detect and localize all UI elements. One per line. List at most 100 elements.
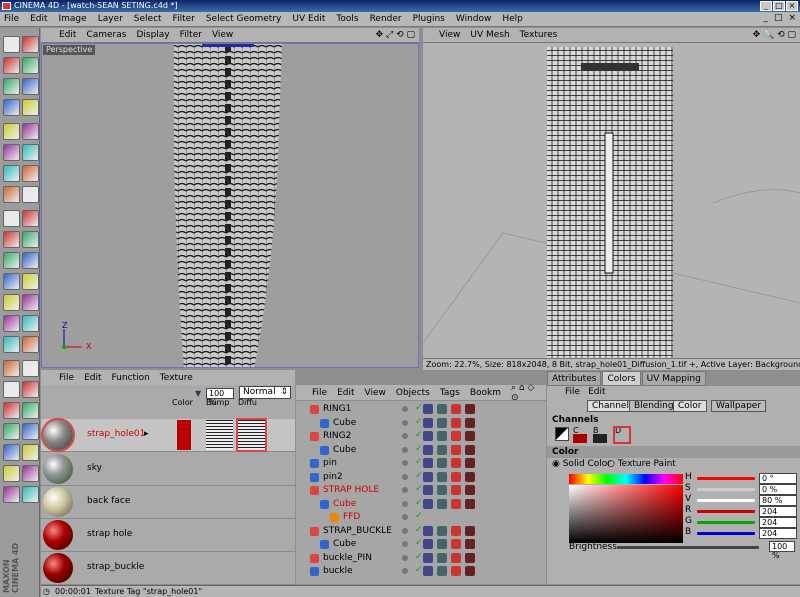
subtab-wallpaper[interactable]: Wallpaper (711, 400, 767, 412)
enable-check-icon[interactable]: ✓ (415, 565, 423, 575)
expand-arrow-icon[interactable]: ▸ (144, 429, 149, 439)
tag-icon[interactable] (437, 404, 447, 414)
object-row[interactable]: Cube ✓ (296, 417, 541, 430)
tag-icon[interactable] (437, 431, 447, 441)
tag-icon[interactable] (423, 525, 433, 536)
viewport-nav-icons[interactable]: ✥ ⤢ ⟲ ▢ (376, 30, 415, 40)
tag-icon[interactable] (465, 471, 475, 482)
visibility-dot[interactable] (402, 487, 408, 493)
select-tool-icon[interactable] (3, 36, 20, 53)
material-row-strap-hole01[interactable]: strap_hole01 ▸ (41, 418, 295, 452)
tag-icon[interactable] (465, 458, 475, 468)
material-row-sky[interactable]: sky (41, 453, 295, 486)
menu-help[interactable]: Help (502, 14, 523, 24)
tag-icon[interactable] (465, 552, 475, 563)
object-row[interactable]: buckle_PIN ✓ (296, 552, 541, 565)
tab-attributes[interactable]: Attributes (547, 371, 602, 386)
tag-icon[interactable] (437, 498, 447, 509)
visibility-dot[interactable] (402, 433, 408, 439)
doc-close-button[interactable]: × (788, 13, 796, 23)
diffusion-channel-thumbnail[interactable] (236, 418, 267, 452)
eraser-tool-icon[interactable] (22, 210, 39, 227)
menu-file[interactable]: File (4, 14, 19, 24)
tag-icon[interactable] (465, 485, 475, 495)
object-menu-bookmarks[interactable]: Bookm (470, 388, 501, 398)
object-row[interactable]: Cube ✓ (296, 444, 541, 457)
object-row[interactable]: STRAP HOLE ✓ (296, 484, 541, 497)
rotate-tool-icon[interactable] (22, 315, 39, 332)
menu-tools[interactable]: Tools (336, 14, 358, 24)
tag-icon[interactable] (423, 566, 433, 576)
field-value[interactable]: 204 (759, 528, 797, 539)
paint-bucket-tool-icon[interactable] (3, 99, 20, 116)
close-button[interactable]: × (786, 1, 798, 11)
material-menu-file[interactable]: File (59, 373, 74, 383)
object-row[interactable]: RING2 ✓ (296, 430, 541, 443)
clone-tool-icon[interactable] (3, 252, 20, 269)
field-slider[interactable] (697, 488, 755, 491)
tag-icon[interactable] (465, 417, 475, 428)
eyedropper-tool-icon[interactable] (22, 231, 39, 248)
rotate-tool-icon[interactable] (22, 186, 39, 203)
tag-icon[interactable] (423, 552, 433, 563)
uv-menu-uv-mesh[interactable]: UV Mesh (470, 30, 509, 40)
doc-minimize-button[interactable]: _ (763, 13, 768, 23)
object-menu-edit[interactable]: Edit (337, 388, 354, 398)
tag-icon[interactable] (451, 525, 461, 536)
tab-colors[interactable]: Colors (602, 371, 641, 386)
material-menu-function[interactable]: Function (112, 373, 150, 383)
object-row[interactable]: FFD ✓ (296, 511, 541, 524)
paint-bucket-tool-icon[interactable] (3, 231, 20, 248)
move-tool-icon[interactable] (22, 36, 39, 53)
material-zoom-field[interactable]: 100 % (206, 388, 234, 407)
enable-check-icon[interactable]: ✓ (415, 444, 423, 454)
select-tool-icon[interactable] (3, 423, 20, 440)
visibility-dot[interactable] (402, 500, 408, 507)
eyedropper-tool-icon[interactable] (22, 99, 39, 116)
tag-icon[interactable] (423, 417, 433, 428)
brush-tool-icon[interactable] (3, 465, 20, 482)
menu-plugins[interactable]: Plugins (413, 14, 445, 24)
eraser-tool-icon[interactable] (22, 336, 39, 353)
object-row[interactable]: pin ✓ (296, 457, 541, 470)
enable-check-icon[interactable]: ✓ (415, 484, 423, 494)
visibility-dot[interactable] (402, 514, 408, 520)
tag-icon[interactable] (451, 566, 461, 576)
paint-bucket-tool-icon[interactable] (3, 360, 20, 377)
visibility-dot[interactable] (402, 419, 408, 426)
field-value[interactable]: 0 % (759, 484, 797, 495)
visibility-dot[interactable] (402, 446, 408, 453)
object-row[interactable]: RING1 ✓ (296, 403, 541, 416)
enable-check-icon[interactable]: ✓ (415, 525, 423, 535)
tag-icon[interactable] (465, 404, 475, 414)
tag-icon[interactable] (423, 485, 433, 495)
minimize-button[interactable]: _ (760, 1, 772, 11)
tag-icon[interactable] (423, 431, 433, 441)
select-tool-icon[interactable] (3, 165, 20, 182)
field-value[interactable]: 0 ° (759, 473, 797, 484)
menu-render[interactable]: Render (370, 14, 402, 24)
tag-icon[interactable] (437, 458, 447, 468)
tag-icon[interactable] (451, 444, 461, 455)
enable-check-icon[interactable]: ✓ (415, 498, 423, 508)
uv-menu-textures[interactable]: Textures (520, 30, 558, 40)
bump-channel-thumbnail[interactable] (206, 420, 233, 450)
object-row[interactable]: pin2 ✓ (296, 471, 541, 484)
brush-tool-icon[interactable] (3, 210, 20, 227)
eyedropper-tool-icon[interactable] (22, 486, 39, 503)
visibility-dot[interactable] (402, 554, 408, 561)
perspective-viewport[interactable]: Perspective Z X (41, 43, 419, 368)
field-slider[interactable] (697, 499, 755, 502)
tag-icon[interactable] (423, 498, 433, 509)
fg-bg-swatch[interactable] (555, 427, 569, 441)
tag-icon[interactable] (437, 471, 447, 482)
field-slider[interactable] (697, 510, 755, 513)
material-row-back-face[interactable]: back face (41, 486, 295, 519)
smudge-tool-icon[interactable] (22, 252, 39, 269)
menu-image[interactable]: Image (59, 14, 87, 24)
brush-tool-icon[interactable] (3, 336, 20, 353)
menu-layer[interactable]: Layer (98, 14, 123, 24)
maximize-button[interactable]: □ (773, 1, 785, 11)
material-menu-edit[interactable]: Edit (84, 373, 101, 383)
visibility-dot[interactable] (402, 473, 408, 480)
